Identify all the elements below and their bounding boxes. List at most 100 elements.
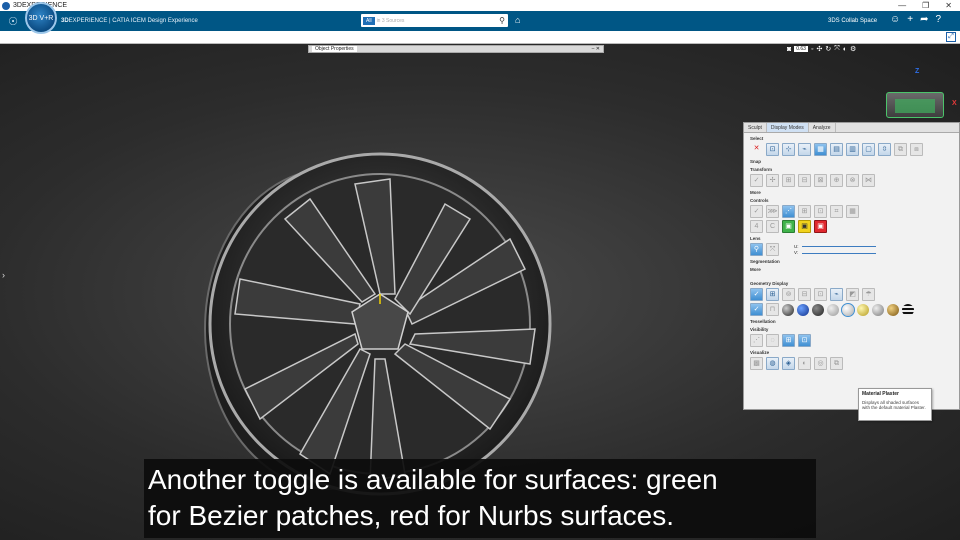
brand-app: ICEM Design Experience [130,18,198,24]
shade-silver-icon[interactable] [872,303,884,316]
search-icon[interactable]: ⚲ [499,16,505,25]
nurbs-red-toggle[interactable]: ▣ [814,220,827,233]
transform-tool-7-icon[interactable]: ⋈ [862,174,875,187]
shade-zebra-icon[interactable] [902,303,914,316]
controls-tool-5-icon[interactable]: ⌗ [830,205,843,218]
lens-tool-2-icon[interactable]: ⤧ [766,243,779,256]
transform-tool-2-icon[interactable]: ⊞ [782,174,795,187]
controls-count-1[interactable]: 4 [750,220,763,233]
visualize-tool-1-icon[interactable]: ▩ [750,357,763,370]
pan-icon[interactable]: ✣ [816,45,822,53]
section-more-1[interactable]: More [750,190,953,195]
plus-icon[interactable]: + [907,14,913,25]
share-icon[interactable]: ➦ [920,14,928,25]
rotate-icon[interactable]: ↻ [825,45,831,53]
deselect-icon[interactable]: ✕ [750,143,763,156]
geometry-tool-5-icon[interactable]: ⌁ [830,288,843,301]
transform-tool-1-icon[interactable]: ✢ [766,174,779,187]
controls-tool-2-icon[interactable]: ⋰ [782,205,795,218]
fit-icon[interactable]: ⤧ [834,45,840,53]
transform-tool-5-icon[interactable]: ⊕ [830,174,843,187]
search-bar[interactable]: All in 3 Sources ⚲ [361,14,508,27]
select-tool-4-icon[interactable]: ▦ [814,143,827,156]
select-tool-9-icon[interactable]: ⧉ [894,143,907,156]
expand-left-panel-icon[interactable]: › [2,270,5,280]
help-icon[interactable]: ? [935,14,941,25]
select-tool-1-icon[interactable]: ⊡ [766,143,779,156]
select-tool-10-icon[interactable]: ⧈ [910,143,923,156]
visualize-tool-2-icon[interactable]: ◍ [766,357,779,370]
tab-analyze[interactable]: Analyze [809,123,836,132]
shade-dark-icon[interactable] [782,303,794,316]
camera-icon[interactable]: ◙ [787,46,791,53]
visualize-tool-3-icon[interactable]: ◈ [782,357,795,370]
tag-icon[interactable]: ⌂ [515,15,520,25]
visibility-tool-2-icon[interactable]: ◌ [766,334,779,347]
geometry-tool-4-icon[interactable]: ⊡ [814,288,827,301]
controls-tool-3-icon[interactable]: ⊞ [798,205,811,218]
lens-tool-icon[interactable]: ⚲ [750,243,763,256]
compass-icon[interactable]: 3D V+R [25,2,57,34]
visualize-tool-5-icon[interactable]: ◎ [814,357,827,370]
object-properties-close-icon[interactable]: – ✕ [592,46,600,52]
ds-logo-icon[interactable]: ☉ [5,15,21,28]
yellow-toggle[interactable]: ▣ [798,220,811,233]
tab-sculpt[interactable]: Sculpt [744,123,767,132]
tab-display-modes[interactable]: Display Modes [766,123,809,132]
geometry-tool-1-icon[interactable]: ⊞ [766,288,779,301]
shade-blue-icon[interactable] [797,303,809,316]
geometry-tool-3-icon[interactable]: ⊟ [798,288,811,301]
material-plaster-icon[interactable] [841,302,855,317]
shade-gold-icon[interactable] [887,303,899,316]
visibility-tool-1-icon[interactable]: ⋰ [750,334,763,347]
settings-icon[interactable]: ⚙ [850,45,856,53]
select-tool-3-icon[interactable]: ⌁ [798,143,811,156]
search-input[interactable]: in 3 Sources [377,18,405,24]
display-modes-panel: Sculpt Display Modes Analyze Select ✕ ⊡ … [743,122,960,410]
controls-count-2[interactable]: C [766,220,779,233]
validate-icon[interactable]: ✓ [750,174,763,187]
navigation-cube[interactable] [886,92,944,118]
controls-tool-1-icon[interactable]: ⋙ [766,205,779,218]
search-scope-dropdown[interactable]: All [363,16,375,25]
view-icon[interactable]: ◦ [811,46,813,53]
visibility-tool-3-icon[interactable]: ⊞ [782,334,795,347]
shade-gold-light-icon[interactable] [857,303,869,316]
collab-space-dropdown[interactable]: 3DS Collab Space [828,18,877,24]
render-icon[interactable]: ◐ [843,46,847,53]
shading-tool-1-icon[interactable]: ⊓ [766,303,779,316]
visualize-tool-6-icon[interactable]: ⧉ [830,357,843,370]
user-icon[interactable]: ☺ [890,14,900,25]
geometry-tool-7-icon[interactable]: ☂ [862,288,875,301]
visibility-tool-4-icon[interactable]: ⊡ [798,334,811,347]
transform-tool-3-icon[interactable]: ⊟ [798,174,811,187]
geometry-validate-icon[interactable]: ✓ [750,288,763,301]
close-button[interactable]: ✕ [945,1,952,10]
expand-icon[interactable]: ⤢ [946,32,956,42]
select-tool-7-icon[interactable]: ▢ [862,143,875,156]
minimize-button[interactable]: — [898,1,906,10]
geometry-tool-6-icon[interactable]: ◩ [846,288,859,301]
shade-light-icon[interactable] [827,303,839,316]
select-tool-8-icon[interactable]: ⇳ [878,143,891,156]
select-tool-6-icon[interactable]: ▥ [846,143,859,156]
controls-tool-6-icon[interactable]: ▦ [846,205,859,218]
controls-validate-icon[interactable]: ✓ [750,205,763,218]
app-icon [2,1,10,10]
section-more-2[interactable]: More [750,267,953,272]
object-properties-bar[interactable]: Object Properties – ✕ [308,45,604,53]
zoom-value[interactable]: 0.63 [794,46,808,52]
visualize-tool-4-icon[interactable]: ◐ [798,357,811,370]
section-controls: Controls [750,198,769,203]
lens-uv-slider[interactable] [801,245,876,254]
bezier-green-toggle[interactable]: ▣ [782,220,795,233]
select-tool-5-icon[interactable]: ▤ [830,143,843,156]
transform-tool-4-icon[interactable]: ⊠ [814,174,827,187]
maximize-button[interactable]: ❐ [922,1,929,10]
controls-tool-4-icon[interactable]: ⊡ [814,205,827,218]
shade-grey-icon[interactable] [812,303,824,316]
geometry-tool-2-icon[interactable]: ⊚ [782,288,795,301]
shading-validate-icon[interactable]: ✓ [750,303,763,316]
select-tool-2-icon[interactable]: ⊹ [782,143,795,156]
transform-tool-6-icon[interactable]: ⊗ [846,174,859,187]
